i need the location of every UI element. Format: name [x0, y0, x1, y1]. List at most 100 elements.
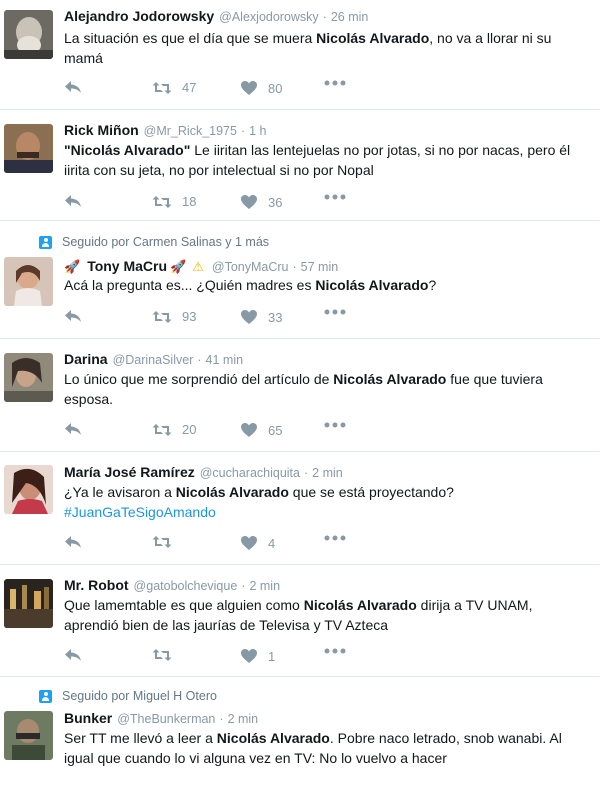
author-name[interactable]: Bunker — [64, 710, 112, 726]
avatar[interactable] — [4, 711, 53, 760]
heart-icon — [241, 423, 257, 437]
text-segment: ¿Ya le avisaron a — [64, 484, 176, 500]
reply-icon — [65, 423, 81, 435]
separator-dot: · — [241, 579, 246, 593]
retweet-button[interactable]: 47 — [152, 80, 196, 95]
more-icon — [324, 194, 346, 200]
reply-icon — [65, 195, 81, 207]
hashtag-link[interactable]: #JuanGaTeSigoAmando — [64, 504, 216, 520]
more-button[interactable] — [324, 535, 346, 541]
reply-button[interactable] — [64, 80, 82, 94]
timestamp[interactable]: 1 h — [249, 124, 266, 138]
retweet-count: 47 — [182, 80, 197, 95]
tweet[interactable]: Darina @DarinaSilver · 41 min Lo único q… — [0, 339, 600, 452]
retweet-button[interactable]: 18 — [152, 194, 196, 209]
timestamp[interactable]: 2 min — [249, 579, 280, 593]
more-button[interactable] — [324, 80, 346, 86]
author-handle[interactable]: @TheBunkerman — [117, 712, 215, 726]
author-name[interactable]: Tony MaCru — [87, 258, 167, 274]
keyword-highlight: Nicolás Alvarado — [316, 30, 430, 46]
author-handle[interactable]: @Mr_Rick_1975 — [144, 124, 237, 138]
author-handle[interactable]: @Alexjodorowsky — [219, 10, 319, 24]
tweet[interactable]: María José Ramírez @cucharachiquita · 2 … — [0, 452, 600, 565]
timestamp[interactable]: 2 min — [228, 712, 259, 726]
author-name[interactable]: Mr. Robot — [64, 577, 129, 593]
retweet-button[interactable] — [152, 648, 182, 662]
avatar[interactable] — [4, 257, 53, 306]
like-button[interactable]: 33 — [240, 309, 282, 325]
avatar[interactable] — [4, 10, 53, 59]
tweet-text: "Nicolás Alvarado" Le iiritan las lentej… — [64, 140, 590, 180]
retweet-button[interactable]: 93 — [152, 309, 196, 324]
reply-icon — [65, 310, 81, 322]
reply-icon — [65, 536, 81, 548]
author-handle[interactable]: @gatobolchevique — [134, 579, 238, 593]
author-handle[interactable]: @DarinaSilver — [113, 353, 194, 367]
more-icon — [324, 535, 346, 541]
warning-icon: ⚠ — [192, 259, 204, 274]
reply-icon — [65, 81, 81, 93]
tweet[interactable]: Seguido por Carmen Salinas y 1 más 🚀 Ton… — [0, 221, 600, 339]
tweet-text: ¿Ya le avisaron a Nicolás Alvarado que s… — [64, 482, 590, 522]
author-name[interactable]: María José Ramírez — [64, 464, 195, 480]
tweet[interactable]: Rick Miñon @Mr_Rick_1975 · 1 h "Nicolás … — [0, 110, 600, 221]
like-button[interactable]: 80 — [240, 80, 282, 96]
rocket-icon: 🚀 — [64, 259, 81, 274]
reply-button[interactable] — [64, 535, 82, 549]
avatar[interactable] — [4, 124, 53, 173]
reply-button[interactable] — [64, 194, 82, 208]
author-handle[interactable]: @TonyMaCru — [212, 260, 289, 274]
tweet[interactable]: Alejandro Jodorowsky @Alexjodorowsky · 2… — [0, 0, 600, 110]
like-button[interactable]: 65 — [240, 422, 282, 438]
timestamp[interactable]: 26 min — [331, 10, 369, 24]
tweet[interactable]: Seguido por Miguel H Otero Bunker @TheBu… — [0, 677, 600, 785]
tweet-text: Lo único que me sorprendió del artículo … — [64, 369, 590, 409]
heart-icon — [241, 649, 257, 663]
follow-badge-icon — [39, 689, 52, 703]
follow-context: Seguido por Carmen Salinas y 1 más — [39, 235, 269, 249]
author-name[interactable]: Rick Miñon — [64, 122, 139, 138]
separator-dot: · — [292, 260, 297, 274]
retweet-icon — [152, 649, 172, 661]
more-button[interactable] — [324, 309, 346, 315]
like-button[interactable]: 1 — [240, 648, 275, 664]
heart-icon — [241, 195, 257, 209]
retweet-button[interactable] — [152, 535, 182, 549]
retweet-icon — [152, 310, 172, 323]
reply-button[interactable] — [64, 648, 82, 662]
more-icon — [324, 309, 346, 315]
retweet-button[interactable]: 20 — [152, 422, 196, 437]
author-name[interactable]: Alejandro Jodorowsky — [64, 8, 214, 24]
keyword-highlight: "Nicolás Alvarado" — [64, 142, 191, 158]
timestamp[interactable]: 2 min — [312, 466, 343, 480]
reply-button[interactable] — [64, 309, 82, 323]
like-button[interactable]: 4 — [240, 535, 275, 551]
retweet-icon — [152, 536, 172, 548]
author-name[interactable]: Darina — [64, 351, 108, 367]
reply-button[interactable] — [64, 422, 82, 436]
follow-context-text: Seguido por Carmen Salinas y 1 más — [62, 235, 270, 249]
separator-dot: · — [303, 466, 309, 480]
tweet[interactable]: Mr. Robot @gatobolchevique · 2 min Que l… — [0, 565, 600, 677]
timestamp[interactable]: 57 min — [301, 260, 339, 274]
retweet-count: 20 — [182, 422, 197, 437]
avatar[interactable] — [4, 353, 53, 402]
more-icon — [324, 648, 346, 654]
author-handle[interactable]: @cucharachiquita — [200, 466, 300, 480]
avatar[interactable] — [4, 465, 53, 514]
text-segment: Acá la pregunta es... ¿Quién madres es — [64, 277, 316, 293]
keyword-highlight: Nicolás Alvarado — [216, 730, 330, 746]
keyword-highlight: Nicolás Alvarado — [333, 371, 447, 387]
tweet-text: La situación es que el día que se muera … — [64, 28, 590, 68]
more-button[interactable] — [324, 422, 346, 428]
avatar[interactable] — [4, 579, 53, 628]
follow-badge-icon — [39, 235, 52, 249]
tweet-text: Acá la pregunta es... ¿Quién madres es N… — [64, 275, 590, 295]
more-button[interactable] — [324, 648, 346, 654]
more-button[interactable] — [324, 194, 346, 200]
like-button[interactable]: 36 — [240, 194, 282, 210]
separator-dot: · — [240, 124, 246, 138]
timestamp[interactable]: 41 min — [206, 353, 244, 367]
text-segment: que se está proyectando? — [288, 484, 454, 500]
like-count: 80 — [268, 80, 283, 96]
